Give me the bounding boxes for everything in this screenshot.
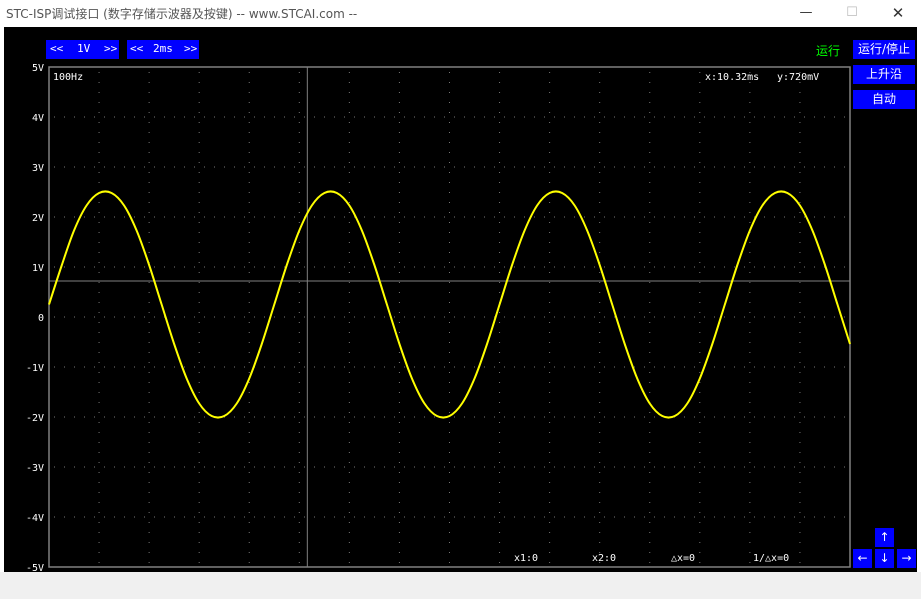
title-bar: STC-ISP调试接口 (数字存储示波器及按键) -- www.STCAI.co… xyxy=(0,0,921,26)
volt-value: 1V xyxy=(77,42,91,55)
trigger-edge-button[interactable]: 上升沿 xyxy=(853,65,915,84)
delta-x-readout: △x=0 xyxy=(671,553,695,564)
nav-left-button[interactable]: ← xyxy=(853,549,872,568)
y-tick-label: -4V xyxy=(26,513,44,524)
cursor-y-readout: y:720mV xyxy=(777,72,819,83)
y-tick-label: 1V xyxy=(32,263,44,274)
volt-increase-button[interactable]: >> xyxy=(104,42,117,55)
y-tick-label: 2V xyxy=(32,213,44,224)
waveform-trace xyxy=(48,190,851,419)
run-stop-button[interactable]: 运行/停止 xyxy=(853,40,915,59)
time-increase-button[interactable]: >> xyxy=(184,42,197,55)
window-title: STC-ISP调试接口 (数字存储示波器及按键) -- www.STCAI.co… xyxy=(6,7,358,21)
volts-per-div-control: << 1V >> xyxy=(46,40,119,59)
y-tick-label: 5V xyxy=(32,63,44,74)
y-tick-label: -3V xyxy=(26,463,44,474)
inverse-delta-x-readout: 1/△x=0 xyxy=(753,553,789,564)
auto-button[interactable]: 自动 xyxy=(853,90,915,109)
time-value: 2ms xyxy=(153,42,173,55)
volt-decrease-button[interactable]: << xyxy=(50,42,63,55)
frequency-readout: 100Hz xyxy=(53,72,83,83)
close-button[interactable]: ✕ xyxy=(875,0,921,26)
maximize-button[interactable]: ☐ xyxy=(829,0,875,26)
time-per-div-control: << 2ms >> xyxy=(127,40,199,59)
x1-readout: x1:0 xyxy=(514,553,538,564)
nav-right-button[interactable]: → xyxy=(897,549,916,568)
y-tick-label: -5V xyxy=(26,563,44,572)
minimize-button[interactable]: — xyxy=(783,0,829,26)
x2-readout: x2:0 xyxy=(592,553,616,564)
time-decrease-button[interactable]: << xyxy=(130,42,143,55)
oscilloscope-screen[interactable]: 02ms4ms6ms8ms10ms12ms14ms16ms18ms20ms22m… xyxy=(4,27,917,572)
y-tick-label: 3V xyxy=(32,163,44,174)
oscilloscope-panel: 02ms4ms6ms8ms10ms12ms14ms16ms18ms20ms22m… xyxy=(4,27,917,572)
run-status: 运行 xyxy=(816,44,841,58)
y-tick-label: 4V xyxy=(32,113,44,124)
y-tick-label: 0 xyxy=(38,313,44,324)
cursor-x-readout: x:10.32ms xyxy=(705,72,759,83)
window-bottom-edge xyxy=(0,572,921,599)
nav-down-button[interactable]: ↓ xyxy=(875,549,894,568)
y-tick-label: -2V xyxy=(26,413,44,424)
nav-up-button[interactable]: ↑ xyxy=(875,528,894,547)
y-tick-label: -1V xyxy=(26,363,44,374)
